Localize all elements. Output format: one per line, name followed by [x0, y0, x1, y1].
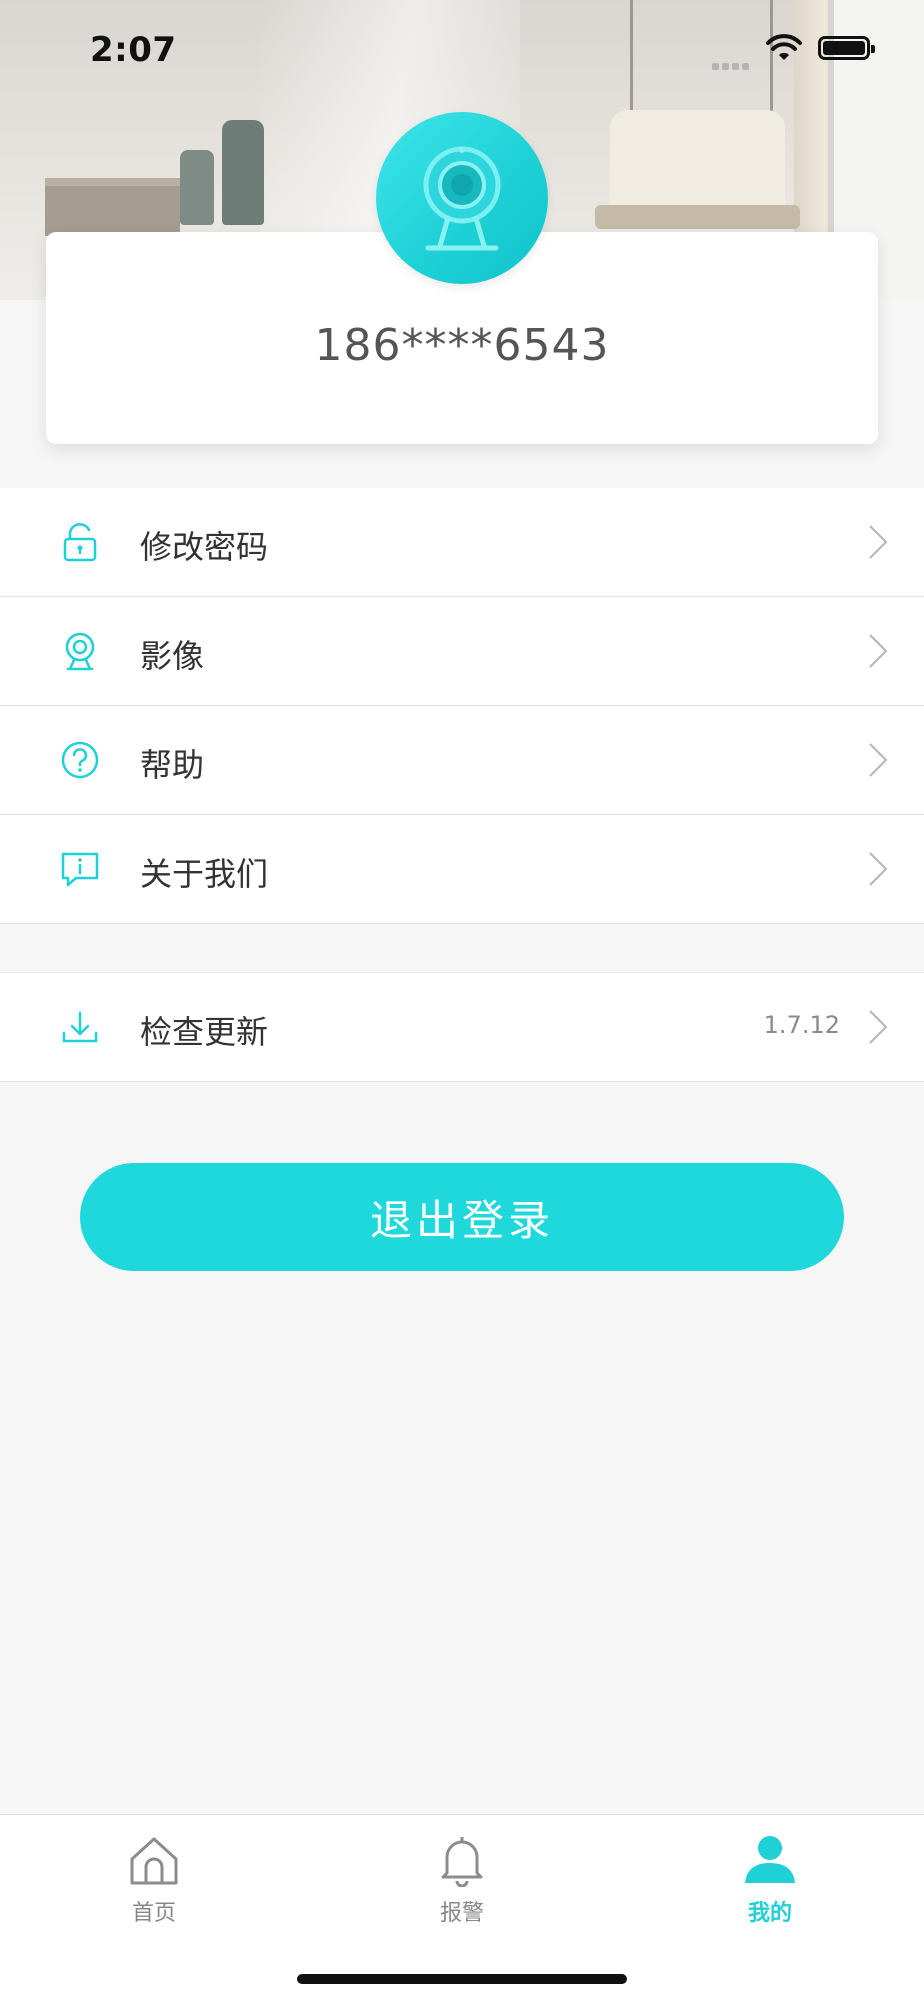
tab-label: 我的 [747, 1901, 792, 1926]
download-icon [62, 1011, 98, 1043]
menu-item-label: 关于我们 [140, 855, 269, 893]
chevron-right-icon [869, 525, 888, 559]
tab-home[interactable]: 首页 [0, 1815, 308, 1935]
logout-button[interactable]: 退出登录 [80, 1163, 844, 1271]
lock-icon [63, 523, 97, 562]
chevron-right-icon [869, 634, 888, 668]
menu-item-video[interactable]: 影像 [0, 597, 924, 706]
tab-mine[interactable]: 我的 [616, 1815, 924, 1935]
avatar[interactable] [376, 112, 548, 284]
menu-item-label: 影像 [140, 637, 205, 675]
camera-icon [423, 146, 501, 251]
tab-bar: 首页 报警 我的 [0, 1814, 924, 2001]
bell-icon [441, 1837, 483, 1887]
tab-label: 报警 [439, 1901, 484, 1926]
menu-item-label: 帮助 [140, 746, 205, 784]
camera-icon [65, 632, 95, 671]
chevron-right-icon [869, 1010, 888, 1044]
menu-item-label: 修改密码 [140, 528, 269, 566]
menu-item-label: 检查更新 [140, 1013, 269, 1051]
menu-item-help[interactable]: 帮助 [0, 706, 924, 815]
menu-item-check-update[interactable]: 检查更新 1.7.12 [0, 973, 924, 1082]
chevron-right-icon [869, 743, 888, 777]
battery-icon [818, 36, 875, 60]
home-indicator[interactable] [297, 1974, 627, 1984]
cellular-signal-icon [712, 55, 752, 74]
update-menu: 检查更新 1.7.12 [0, 972, 924, 1082]
menu-item-about-us[interactable]: 关于我们 [0, 815, 924, 924]
tab-alarm[interactable]: 报警 [308, 1815, 616, 1935]
user-icon [745, 1836, 795, 1883]
wifi-icon [766, 34, 802, 60]
status-bar: 2:07 [0, 0, 924, 100]
menu-item-change-password[interactable]: 修改密码 [0, 488, 924, 597]
home-icon [130, 1837, 178, 1885]
status-time: 2:07 [90, 30, 177, 70]
user-phone-number: 186****6543 [314, 320, 610, 371]
tab-label: 首页 [131, 1901, 176, 1926]
app-version: 1.7.12 [763, 1011, 840, 1039]
question-circle-icon [61, 741, 99, 779]
info-message-icon [61, 852, 99, 887]
chevron-right-icon [869, 852, 888, 886]
settings-menu: 修改密码 影像 帮助 关于我们 [0, 488, 924, 924]
